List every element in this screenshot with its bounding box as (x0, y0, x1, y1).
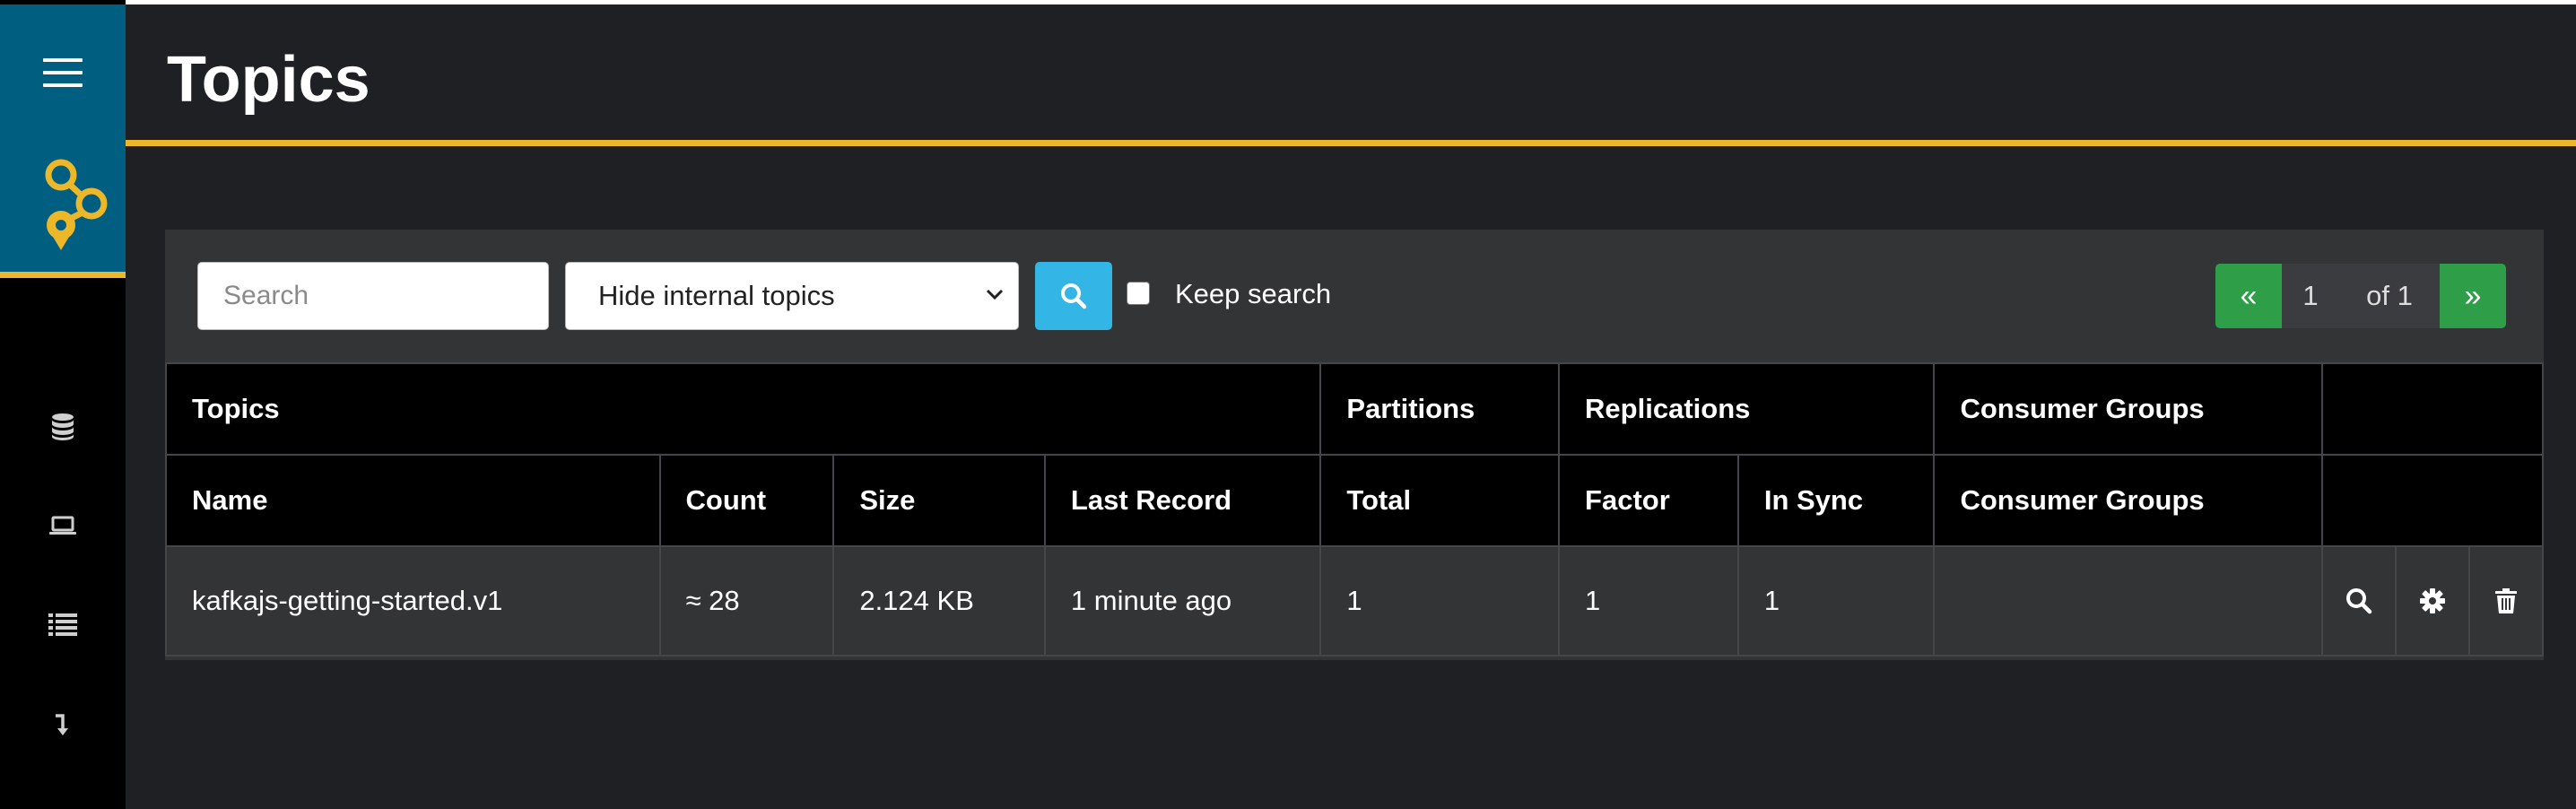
group-header-replications: Replications (1558, 362, 1936, 456)
page-title: Topics (167, 44, 370, 116)
column-header-name: Name (165, 454, 661, 547)
list-icon[interactable] (43, 605, 83, 644)
delete-topic-button[interactable] (2468, 545, 2544, 657)
current-page[interactable]: 1 (2282, 264, 2339, 328)
topic-consumer-groups (1933, 545, 2323, 657)
column-header-consumer-groups: Consumer Groups (1933, 454, 2323, 547)
search-input[interactable] (197, 262, 549, 330)
next-page-button[interactable]: » (2440, 264, 2506, 328)
topics-table: Topics Partitions Replications Consumer … (164, 362, 2545, 657)
chevron-down-icon (986, 289, 1004, 300)
topic-filter-selected: Hide internal topics (598, 280, 835, 311)
column-header-row: Name Count Size Last Record Total Factor… (165, 454, 2545, 547)
trash-icon (2495, 588, 2518, 613)
table-row[interactable]: kafkajs-getting-started.v1 ≈ 28 2.124 KB… (165, 545, 2544, 657)
gear-icon (2420, 588, 2446, 613)
column-header-size: Size (832, 454, 1046, 547)
column-header-count: Count (658, 454, 835, 547)
topic-name[interactable]: kafkajs-getting-started.v1 (165, 545, 661, 657)
partitions-total: 1 (1319, 545, 1561, 657)
column-header-last-record: Last Record (1043, 454, 1322, 547)
topic-settings-button[interactable] (2395, 545, 2471, 657)
group-header-topics: Topics (164, 362, 1322, 456)
search-icon (1061, 283, 1087, 309)
arrow-return-icon[interactable] (43, 705, 83, 744)
column-header-actions (2320, 454, 2545, 547)
search-button[interactable] (1035, 262, 1112, 330)
kafka-hq-logo-icon[interactable] (38, 148, 118, 256)
group-header-row: Topics Partitions Replications Consumer … (164, 362, 2545, 456)
topic-last-record: 1 minute ago (1043, 545, 1322, 657)
page-count-label: of 1 (2339, 264, 2440, 328)
column-header-total: Total (1319, 454, 1561, 547)
replication-in-sync: 1 (1736, 545, 1936, 657)
search-toolbar: Hide internal topics Keep search « 1 of … (165, 230, 2544, 362)
laptop-icon[interactable] (43, 506, 83, 545)
keep-search-label: Keep search (1175, 278, 1332, 309)
topics-panel: Hide internal topics Keep search « 1 of … (164, 230, 2545, 660)
sidebar-header (0, 4, 126, 278)
column-header-factor: Factor (1558, 454, 1739, 547)
view-topic-button[interactable] (2320, 545, 2398, 657)
previous-page-button[interactable]: « (2215, 264, 2282, 328)
group-header-actions (2320, 362, 2545, 456)
search-icon (2345, 588, 2372, 614)
group-header-partitions: Partitions (1319, 362, 1561, 456)
keep-search-checkbox[interactable] (1127, 282, 1150, 305)
hamburger-menu-icon[interactable] (43, 58, 83, 87)
topic-size: 2.124 KB (832, 545, 1046, 657)
topic-count: ≈ 28 (658, 545, 835, 657)
topic-filter-select[interactable]: Hide internal topics (565, 262, 1019, 330)
group-header-consumer-groups: Consumer Groups (1933, 362, 2323, 456)
sidebar (0, 0, 126, 809)
replication-factor: 1 (1558, 545, 1739, 657)
pagination: « 1 of 1 » (2215, 264, 2506, 328)
database-icon[interactable] (43, 407, 83, 447)
column-header-in-sync: In Sync (1736, 454, 1936, 547)
page-header: Topics (126, 4, 2576, 146)
